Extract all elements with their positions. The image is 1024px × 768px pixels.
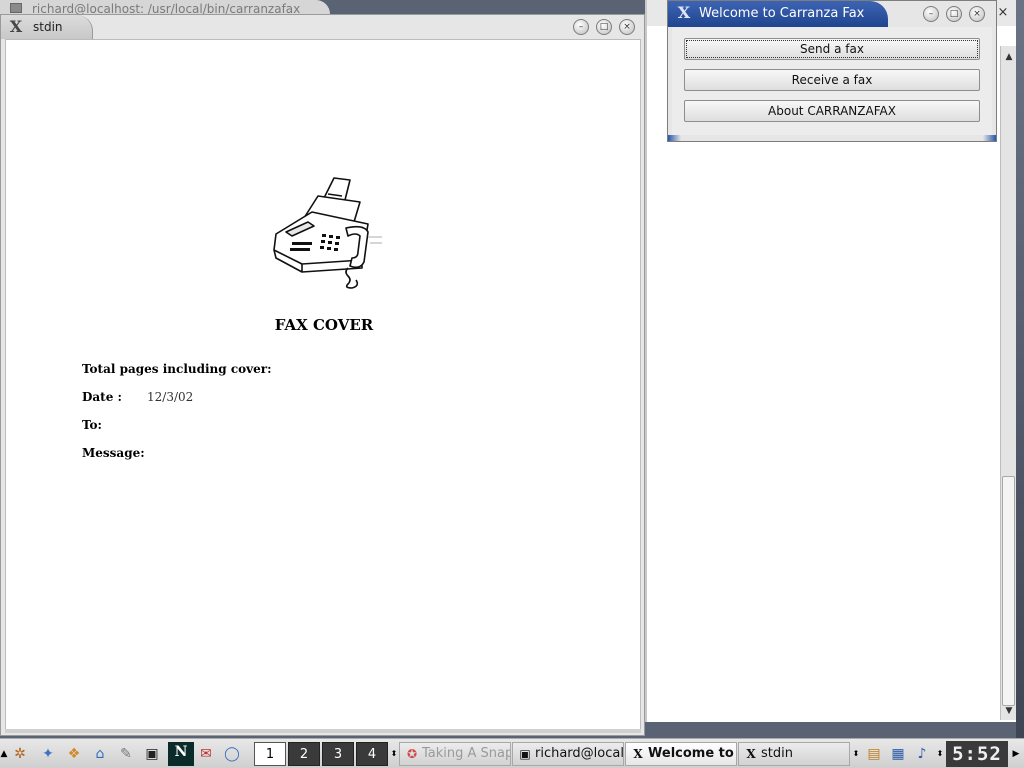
- panel-hide-arrow-icon[interactable]: ▶: [1010, 744, 1022, 764]
- speaker-icon[interactable]: ♪: [912, 744, 932, 764]
- pager-desktop-3[interactable]: 3: [322, 742, 354, 766]
- vertical-scrollbar[interactable]: ▲ ▼: [1000, 46, 1016, 720]
- fax-cover-title: FAX COVER: [274, 316, 374, 334]
- date-label: Date :: [82, 390, 122, 404]
- total-pages-field: Total pages including cover:: [82, 362, 272, 376]
- send-fax-button[interactable]: Send a fax: [684, 38, 980, 60]
- message-field: Message:: [82, 446, 145, 460]
- clock[interactable]: 5:52: [946, 741, 1008, 767]
- close-button[interactable]: ×: [619, 19, 635, 35]
- scroll-up-icon[interactable]: ▲: [1001, 50, 1017, 64]
- task-label: Welcome to C: [648, 746, 736, 761]
- scroll-arrows-icon[interactable]: ⬍: [852, 744, 860, 764]
- lifebuoy-icon: ✪: [406, 747, 418, 761]
- x-icon: X: [746, 747, 756, 761]
- date-value: 12/3/02: [147, 390, 194, 404]
- fax-machine-icon: [273, 177, 382, 289]
- task-label: richard@local: [535, 746, 624, 761]
- message-label: Message:: [82, 446, 145, 460]
- task-label: stdin: [761, 746, 793, 761]
- task-taking-a-snapshot[interactable]: ✪ Taking A Snap: [399, 742, 511, 766]
- minimize-button[interactable]: –: [573, 19, 589, 35]
- panel-hide-arrow-icon[interactable]: ▲: [0, 744, 8, 764]
- maximize-button[interactable]: □: [946, 6, 962, 22]
- dialog-title: Welcome to Carranza Fax: [699, 6, 865, 21]
- clipboard-icon[interactable]: ▤: [864, 744, 884, 764]
- netscape-icon[interactable]: N: [168, 742, 194, 766]
- terminal-icon: ▣: [519, 747, 531, 761]
- receive-fax-button[interactable]: Receive a fax: [684, 69, 980, 91]
- task-stdin[interactable]: X stdin: [738, 742, 850, 766]
- about-button[interactable]: About CARRANZAFAX: [684, 100, 980, 122]
- pager-desktop-2[interactable]: 2: [288, 742, 320, 766]
- maximize-button[interactable]: □: [596, 19, 612, 35]
- desktop-background: [1016, 0, 1024, 738]
- to-field: To:: [82, 418, 102, 432]
- dialog-bottom-border: [668, 135, 996, 141]
- help-icon[interactable]: ❖: [64, 744, 84, 764]
- terminal-icon: [10, 3, 22, 13]
- welcome-button-panel: Send a fax Receive a fax About CARRANZAF…: [672, 27, 992, 135]
- terminal-icon[interactable]: ▣: [142, 744, 162, 764]
- date-field: Date : 12/3/02: [82, 390, 193, 404]
- minimize-button[interactable]: –: [923, 6, 939, 22]
- pager-desktop-4[interactable]: 4: [356, 742, 388, 766]
- to-label: To:: [82, 418, 102, 432]
- scroll-arrows-icon[interactable]: ⬍: [936, 744, 944, 764]
- x-logo-icon[interactable]: X: [675, 5, 693, 21]
- welcome-dialog[interactable]: X Welcome to Carranza Fax – □ × Send a f…: [667, 0, 997, 142]
- gear-icon[interactable]: ✲: [10, 744, 30, 764]
- scrollbar-thumb[interactable]: [1002, 476, 1015, 706]
- window-title: stdin: [33, 20, 63, 34]
- total-pages-label: Total pages including cover:: [82, 362, 272, 376]
- task-label: Taking A Snap: [422, 746, 511, 761]
- home-icon[interactable]: ⌂: [90, 744, 110, 764]
- calendar-icon[interactable]: ▦: [888, 744, 908, 764]
- welcome-title-tab[interactable]: X Welcome to Carranza Fax: [668, 1, 888, 27]
- task-welcome-dialog[interactable]: X Welcome to C: [625, 742, 737, 766]
- fax-cover-document: FAX COVER Total pages including cover: D…: [5, 39, 641, 731]
- horizontal-scrollbar[interactable]: [5, 729, 641, 733]
- x-icon: X: [633, 747, 643, 761]
- taskbar: ▲ ✲ ✦ ❖ ⌂ ✎ ▣ N ✉ ◯ 1 2 3 4 ⬍ ✪ Taking A…: [0, 738, 1024, 768]
- welcome-titlebar[interactable]: X Welcome to Carranza Fax – □ ×: [668, 1, 996, 27]
- pencil-icon[interactable]: ✎: [116, 744, 136, 764]
- stars-icon[interactable]: ✦: [38, 744, 58, 764]
- close-button[interactable]: ×: [969, 6, 985, 22]
- pager-desktop-1[interactable]: 1: [254, 742, 286, 766]
- task-terminal[interactable]: ▣ richard@local: [512, 742, 624, 766]
- close-icon[interactable]: ×: [995, 5, 1011, 21]
- x-logo-icon[interactable]: X: [7, 19, 25, 35]
- stdin-window[interactable]: X stdin – □ × FAX COVER Total pages incl…: [0, 14, 645, 736]
- scroll-arrows-icon[interactable]: ⬍: [390, 744, 398, 764]
- mail-icon[interactable]: ✉: [196, 744, 216, 764]
- scroll-down-icon[interactable]: ▼: [1001, 704, 1017, 718]
- stdin-titlebar[interactable]: X stdin – □ ×: [1, 15, 644, 39]
- stdin-title-tab[interactable]: X stdin: [1, 15, 93, 39]
- chat-bubble-icon[interactable]: ◯: [222, 744, 242, 764]
